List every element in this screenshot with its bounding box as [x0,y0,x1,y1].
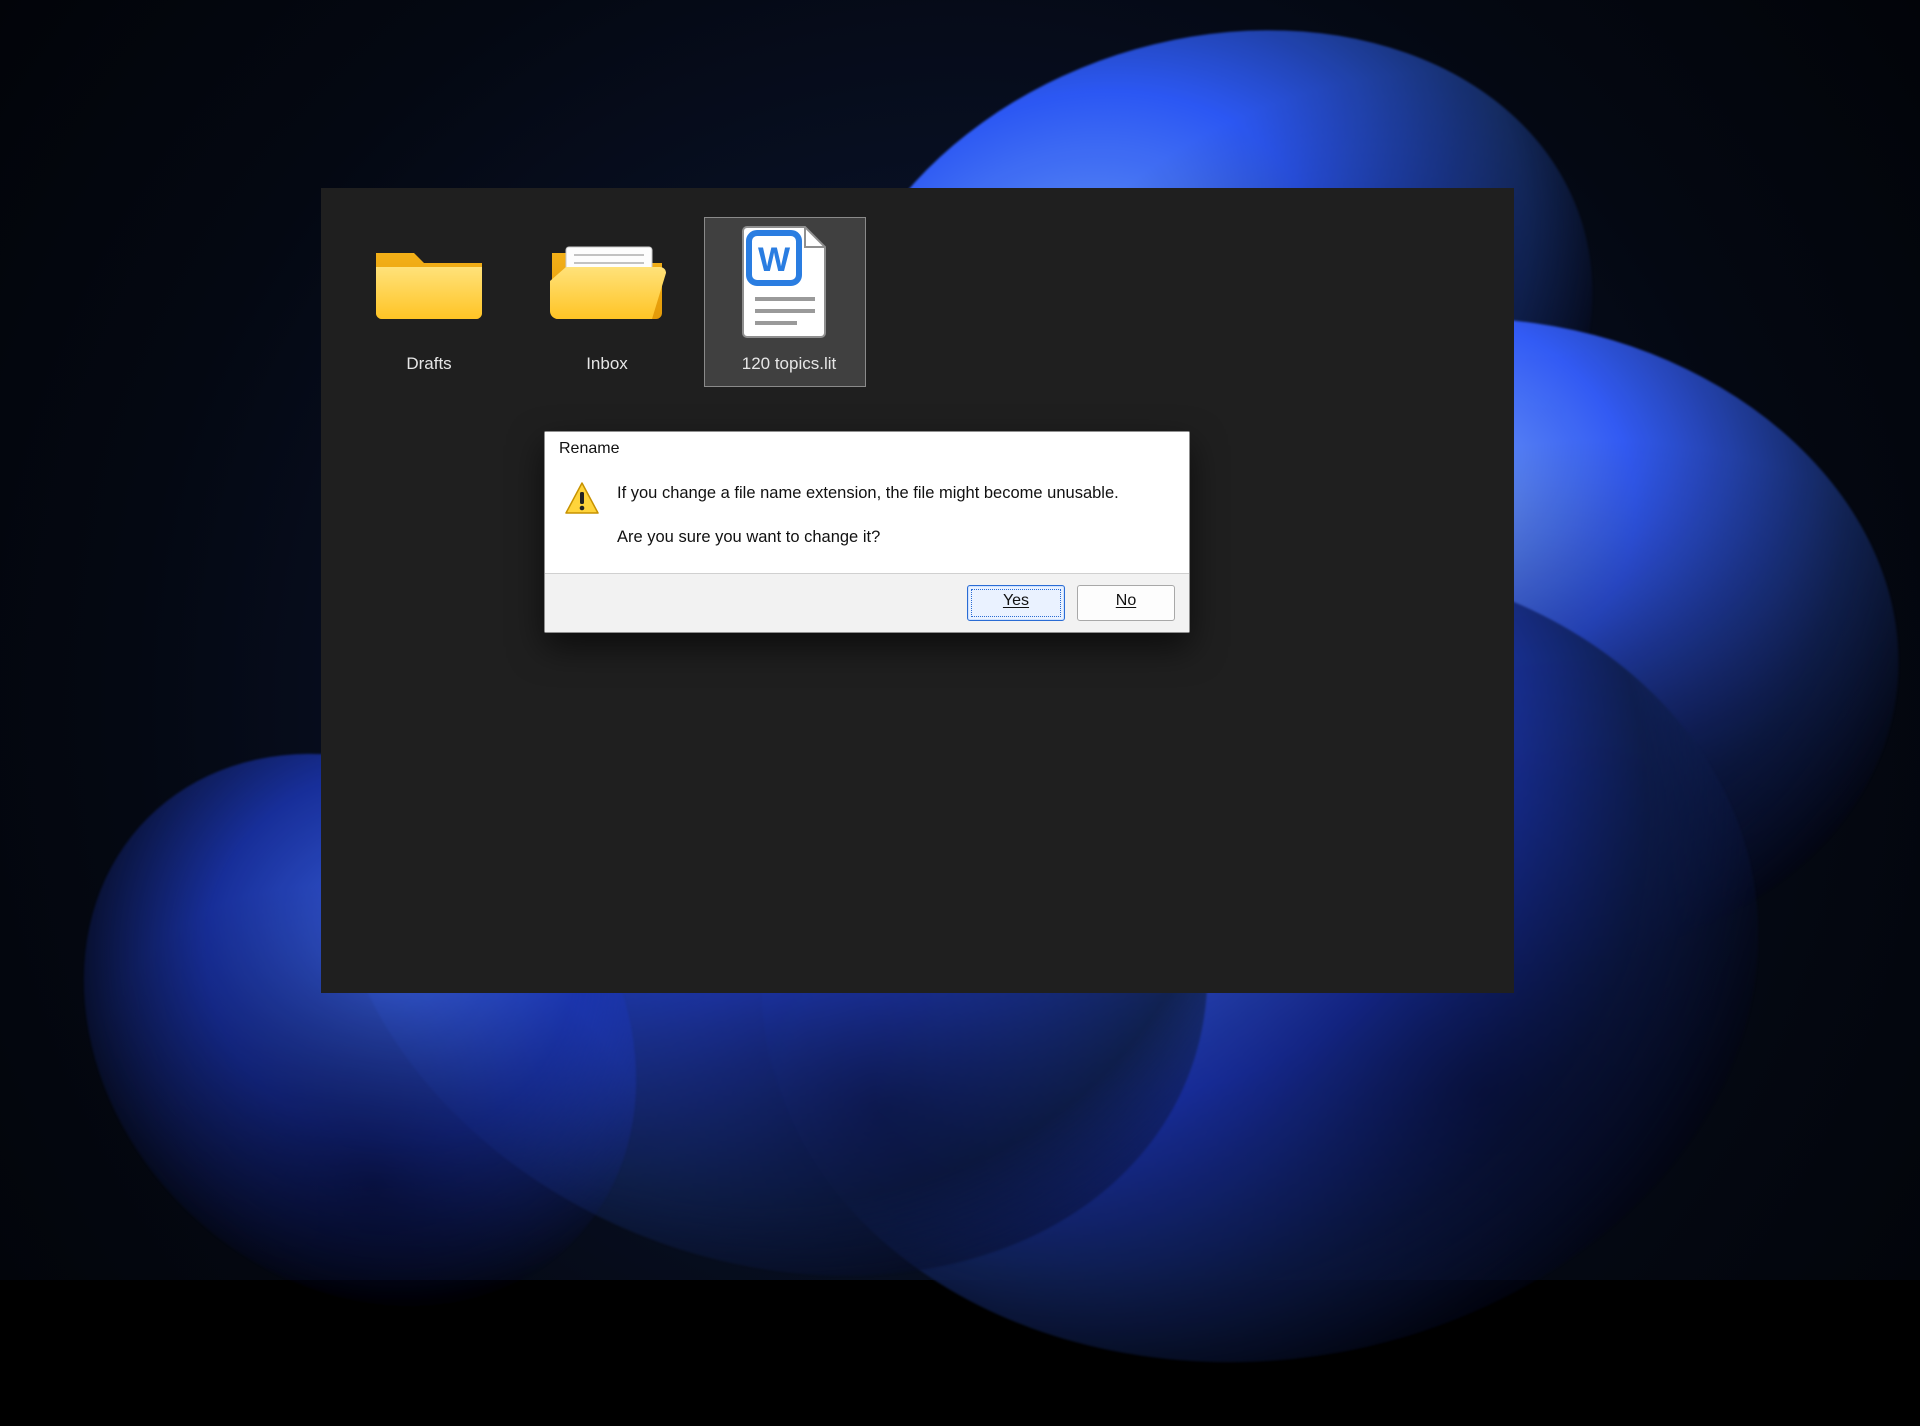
svg-text:W: W [758,241,791,279]
rename-dialog: Rename If you change a file name extensi… [544,431,1190,633]
explorer-item-grid: Drafts [349,218,865,386]
yes-button[interactable]: Yes [967,585,1065,621]
dialog-button-row: Yes No [545,573,1189,632]
no-button[interactable]: No [1077,585,1175,621]
folder-icon [349,218,509,344]
folder-label: Drafts [349,350,509,378]
file-label-editing[interactable]: 120 topics.lit [705,350,873,382]
folder-inbox[interactable]: Inbox [527,218,687,386]
warning-icon [563,480,601,518]
yes-button-label: Yes [1003,592,1029,609]
folder-drafts[interactable]: Drafts [349,218,509,386]
document-icon: W [705,218,865,344]
dialog-body: If you change a file name extension, the… [545,464,1189,573]
dialog-message-line2: Are you sure you want to change it? [617,524,1119,550]
no-button-label: No [1116,592,1136,609]
open-folder-icon [527,218,687,344]
folder-label: Inbox [527,350,687,378]
dialog-title: Rename [545,432,1189,464]
file-120-topics[interactable]: W 120 topics.lit [705,218,865,386]
dialog-message-line1: If you change a file name extension, the… [617,480,1119,506]
